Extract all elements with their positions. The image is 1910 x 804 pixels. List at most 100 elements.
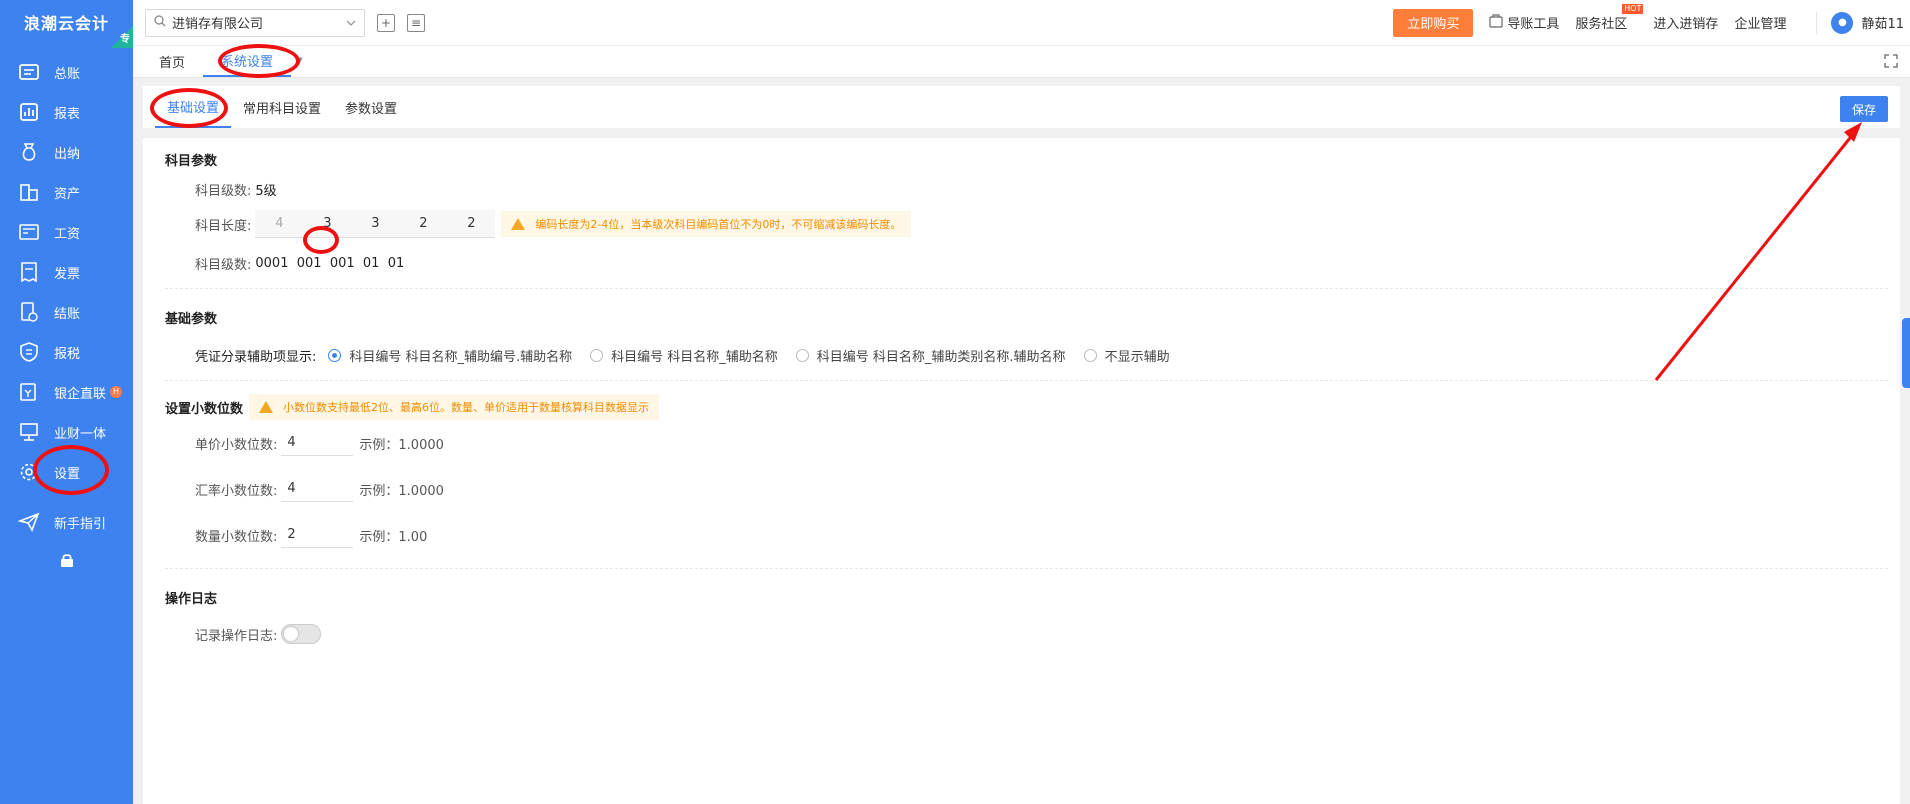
sidebar-item-tax[interactable]: 报税 — [0, 332, 133, 372]
op-log-toggle[interactable] — [281, 624, 322, 644]
radio-aux-category-name[interactable]: 科目编号 科目名称_辅助类别名称.辅助名称 — [795, 346, 1066, 365]
tax-icon — [18, 341, 40, 363]
import-tool-link[interactable]: 导账工具 — [1489, 13, 1559, 32]
enter-inventory-link[interactable]: 进入进销存 — [1653, 13, 1718, 32]
section-title-subject-params: 科目参数 — [165, 154, 218, 169]
cashier-icon — [18, 141, 40, 163]
rate-decimals-input[interactable]: 4 — [281, 476, 354, 502]
section-title-op-log: 操作日志 — [165, 592, 218, 607]
side-panel-handle[interactable] — [1902, 318, 1910, 388]
sidebar-item-asset[interactable]: 资产 — [0, 172, 133, 212]
sidebar-item-label: 报税 — [54, 346, 81, 362]
hot-tag: HOT — [1622, 4, 1644, 14]
tab-home[interactable]: 首页 — [141, 45, 203, 77]
sidebar-item-bank-link[interactable]: 银企直联 H — [0, 372, 133, 412]
ledger-icon — [18, 61, 40, 83]
company-name: 进销存有限公司 — [172, 17, 264, 32]
sidebar-item-settings[interactable]: 设置 — [0, 452, 133, 492]
subject-code-label: 科目级数: — [195, 258, 252, 273]
sidebar-lock-button[interactable] — [0, 542, 133, 582]
tab-system-settings[interactable]: 系统设置 — [203, 45, 292, 77]
radio-aux-code-name[interactable]: 科目编号 科目名称_辅助编号.辅助名称 — [328, 346, 572, 365]
bank-link-icon — [18, 381, 40, 403]
length-input-level-3[interactable]: 3 — [351, 216, 399, 231]
length-input-level-4[interactable]: 2 — [399, 216, 447, 231]
subject-code-value: 0001 001 001 01 01 — [255, 256, 405, 271]
subtab-parameters[interactable]: 参数设置 — [333, 86, 409, 128]
username: 静茹11 — [1861, 17, 1904, 32]
close-book-icon — [18, 301, 40, 323]
sidebar-item-label: 业财一体 — [54, 426, 107, 442]
divider — [165, 288, 1888, 289]
subtab-common-subjects[interactable]: 常用科目设置 — [231, 86, 333, 128]
radio-aux-name[interactable]: 科目编号 科目名称_辅助名称 — [590, 346, 778, 365]
biz-finance-icon — [18, 421, 40, 443]
decimals-header: 设置小数位数 小数位数支持最低2位、最高6位。数量、单价适用于数量核算科目数据显… — [165, 394, 660, 420]
sidebar-item-label: 新手指引 — [54, 516, 107, 532]
archive-icon[interactable]: ≡ — [407, 13, 425, 32]
add-icon[interactable]: + — [377, 13, 395, 32]
import-tool-icon — [1489, 13, 1503, 32]
sidebar-item-label: 发票 — [54, 266, 81, 282]
length-warning-text: 编码长度为2-4位，当本级次科目编码首位不为0时，不可缩减该编码长度。 — [535, 218, 902, 231]
enterprise-manage-link[interactable]: 企业管理 — [1734, 13, 1786, 32]
warning-icon — [259, 401, 274, 413]
sidebar-item-label: 结账 — [54, 306, 81, 322]
radio-no-aux[interactable]: 不显示辅助 — [1083, 346, 1170, 365]
sidebar-item-guide[interactable]: 新手指引 — [0, 502, 133, 542]
app-logo-text: 浪潮云会计 — [23, 14, 109, 33]
service-community-link[interactable]: 服务社区 HOT — [1575, 4, 1644, 32]
voucher-aux-row: 凭证分录辅助项显示: 科目编号 科目名称_辅助编号.辅助名称 科目编号 科目名称… — [195, 346, 1188, 365]
sidebar-nav: 总账 报表 出纳 资产 工资 发票 结账 报税 银企直联 H 业财一体 设置 新… — [0, 52, 133, 582]
buy-now-button[interactable]: 立即购买 — [1393, 8, 1474, 37]
sidebar-item-invoice[interactable]: 发票 — [0, 252, 133, 292]
tab-dropdown-icon[interactable]: ▼ — [295, 45, 303, 77]
price-decimals-row: 单价小数位数: 4 示例：1.0000 — [195, 430, 444, 456]
top-bar: 进销存有限公司 + ≡ 立即购买 导账工具 服务社区 HOT 进入进销存 企业管… — [133, 0, 1910, 46]
sidebar-item-label: 工资 — [54, 226, 81, 242]
company-select[interactable]: 进销存有限公司 — [145, 8, 365, 37]
sidebar-item-close-book[interactable]: 结账 — [0, 292, 133, 332]
sidebar-item-label: 银企直联 — [54, 386, 107, 402]
quantity-decimals-input[interactable]: 2 — [281, 522, 354, 548]
fullscreen-icon[interactable] — [1884, 45, 1898, 77]
subject-length-inputs: 4 3 3 2 2 — [255, 210, 496, 238]
decimals-warning: 小数位数支持最低2位、最高6位。数量、单价适用于数量核算科目数据显示 — [249, 394, 660, 420]
length-input-level-2[interactable]: 3 — [303, 216, 351, 231]
radio-label: 科目编号 科目名称_辅助编号.辅助名称 — [349, 350, 573, 365]
sidebar-item-report[interactable]: 报表 — [0, 92, 133, 132]
rate-decimals-example: 示例：1.0000 — [359, 483, 444, 499]
length-input-level-5[interactable]: 2 — [447, 216, 495, 231]
service-community-label: 服务社区 — [1575, 17, 1628, 32]
length-input-level-1: 4 — [275, 216, 284, 231]
radio-dot — [795, 349, 809, 362]
sidebar-item-cashier[interactable]: 出纳 — [0, 132, 133, 172]
subject-length-row: 科目长度: 4 3 3 2 2 编码长度为2-4位，当本级次科目编码首位不为0时… — [195, 210, 912, 238]
report-icon — [18, 101, 40, 123]
user-menu[interactable]: ● 静茹11 — [1816, 11, 1904, 34]
quantity-decimals-row: 数量小数位数: 2 示例：1.00 — [195, 522, 427, 548]
hot-badge: H — [110, 386, 123, 398]
voucher-aux-label: 凭证分录辅助项显示: — [195, 350, 317, 365]
sidebar-item-label: 总账 — [54, 66, 81, 82]
radio-dot — [1083, 349, 1097, 362]
sidebar-item-ledger[interactable]: 总账 — [0, 52, 133, 92]
sidebar-item-biz-finance[interactable]: 业财一体 — [0, 412, 133, 452]
sidebar-item-label: 设置 — [54, 466, 81, 482]
section-title-basic-params: 基础参数 — [165, 312, 218, 327]
section-title-decimals: 设置小数位数 — [165, 401, 244, 417]
decimals-warning-text: 小数位数支持最低2位、最高6位。数量、单价适用于数量核算科目数据显示 — [283, 401, 650, 414]
subject-length-label: 科目长度: — [195, 218, 252, 234]
radio-dot — [328, 349, 342, 362]
subtab-basic-settings[interactable]: 基础设置 — [155, 86, 232, 128]
sidebar: 浪潮云会计 专 总账 报表 出纳 资产 工资 发票 结账 报税 银企直联 H 业… — [0, 0, 133, 804]
guide-icon — [18, 511, 40, 533]
salary-icon — [18, 221, 40, 243]
subject-level-value: 5级 — [255, 184, 277, 199]
sidebar-item-salary[interactable]: 工资 — [0, 212, 133, 252]
price-decimals-input[interactable]: 4 — [281, 430, 354, 456]
sidebar-item-label: 报表 — [54, 106, 81, 122]
price-decimals-example: 示例：1.0000 — [359, 437, 444, 453]
divider — [165, 568, 1888, 569]
invoice-icon — [18, 261, 40, 283]
